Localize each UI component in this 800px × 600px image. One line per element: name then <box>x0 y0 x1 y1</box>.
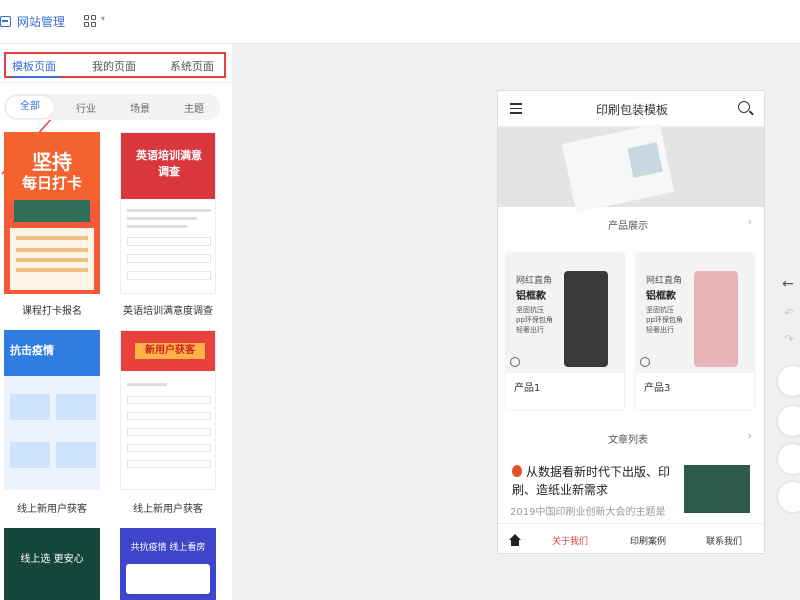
section-products-title: 产品展示 <box>608 221 648 232</box>
footer-print-cases[interactable]: 印刷案例 <box>630 534 666 547</box>
poster-title: 坚持 <box>32 150 72 174</box>
top-bar: 网站管理 ▾ <box>0 0 800 44</box>
product-tag-bold: 铝框款 <box>516 291 546 302</box>
poster-title: 新用户获客 <box>135 343 205 359</box>
play-icon[interactable] <box>510 357 520 367</box>
poster-block <box>56 394 96 420</box>
section-articles-title: 文章列表 <box>608 435 648 446</box>
template-label: 英语培训满意度调查 <box>123 306 213 317</box>
preview-footer-nav: 关于我们 印刷案例 联系我们 <box>498 523 764 553</box>
survey-lines <box>127 209 211 288</box>
speaker-icon[interactable] <box>778 482 800 512</box>
product-feature: 坚固抗压 <box>516 306 544 314</box>
template-card[interactable]: 共抗疫情 线上看房 <box>120 528 216 600</box>
article-thumbnail[interactable] <box>684 465 750 513</box>
suitcase-image <box>564 271 608 367</box>
footer-contact-us[interactable]: 联系我们 <box>706 534 742 547</box>
website-icon <box>0 16 11 27</box>
page-tabs: 模板页面 我的页面 系统页面 <box>4 52 226 78</box>
poster-title: 线上选 更安心 <box>20 554 84 565</box>
poster-title: 抗击疫情 <box>10 344 54 357</box>
product-tag-bold: 铝框款 <box>646 291 676 302</box>
gear-icon[interactable] <box>778 444 800 474</box>
mobile-preview: 印刷包装模板 产品展示 › 网红直角 铝框款 坚固抗压 pp环保包角 轻奢出行 … <box>497 90 765 554</box>
poster-title: 英语培训满意 <box>136 149 202 162</box>
product-tag: 网红直角 <box>646 276 683 286</box>
product-feature: pp环保包角 <box>646 316 683 324</box>
poster-block <box>10 394 50 420</box>
book-photo <box>627 142 663 178</box>
preview-header: 印刷包装模板 <box>498 91 764 127</box>
product-feature: pp环保包角 <box>516 316 553 324</box>
product-card[interactable]: 网红直角 铝框款 坚固抗压 pp环保包角 轻奢出行 产品1 <box>506 253 624 409</box>
template-card[interactable]: 新用户获客 <box>120 330 216 490</box>
product-name: 产品3 <box>644 383 671 394</box>
category-filter: 全部 行业 场景 主题 <box>4 94 220 120</box>
poster-block <box>126 564 210 594</box>
filter-all[interactable]: 全部 <box>6 96 54 118</box>
chevron-right-icon[interactable]: › <box>748 429 752 442</box>
banner-image <box>498 123 764 213</box>
poster-block <box>10 442 50 468</box>
poster-subtitle: 每日打卡 <box>21 174 82 192</box>
tab-my-pages[interactable]: 我的页面 <box>92 58 136 74</box>
filter-industry[interactable]: 行业 <box>76 100 96 115</box>
active-tab-indicator <box>12 76 60 78</box>
chevron-right-icon[interactable]: › <box>748 215 752 228</box>
shirt-icon[interactable] <box>778 366 800 396</box>
poster-subtitle: 调查 <box>158 165 180 178</box>
tab-template-pages[interactable]: 模板页面 <box>12 58 56 74</box>
template-label: 课程打卡报名 <box>22 306 82 317</box>
template-label: 线上新用户获客 <box>133 504 203 515</box>
form-lines <box>127 383 211 476</box>
template-panel: 模板页面 我的页面 系统页面 全部 行业 场景 主题 坚持 每日打卡 课程打卡报… <box>0 44 232 600</box>
site-management-label[interactable]: 网站管理 <box>17 13 65 30</box>
caret-down-icon[interactable]: ▾ <box>101 14 105 23</box>
search-icon[interactable] <box>738 101 750 113</box>
article-summary: 2019中国印刷业创新大会的主题是 <box>510 507 666 518</box>
play-icon[interactable] <box>640 357 650 367</box>
grid-icon[interactable] <box>778 406 800 436</box>
product-tag: 网红直角 <box>516 276 553 286</box>
books-image <box>14 200 90 222</box>
footer-about-us[interactable]: 关于我们 <box>552 534 588 547</box>
poster-title: 共抗疫情 线上看房 <box>130 543 206 553</box>
template-card[interactable]: 坚持 每日打卡 <box>4 132 100 294</box>
home-icon[interactable] <box>508 532 522 546</box>
template-card[interactable]: 英语培训满意 调查 <box>120 132 216 294</box>
product-card[interactable]: 网红直角 铝框款 坚固抗压 pp环保包角 轻奢出行 产品3 <box>636 253 754 409</box>
preview-title: 印刷包装模板 <box>595 103 668 117</box>
arrow-left-icon[interactable]: ← <box>782 276 794 292</box>
product-image: 网红直角 铝框款 坚固抗压 pp环保包角 轻奢出行 <box>506 253 624 373</box>
apps-grid-icon[interactable] <box>84 15 96 27</box>
product-feature: 轻奢出行 <box>516 326 544 334</box>
template-card[interactable]: 抗击疫情 <box>4 330 100 490</box>
poster-block <box>56 442 96 468</box>
template-label: 线上新用户获客 <box>17 504 87 515</box>
filter-scene[interactable]: 场景 <box>130 100 150 115</box>
article-title[interactable]: 从数据看新时代下出版、印刷、造纸业新需求 <box>512 463 676 499</box>
divider <box>0 82 232 83</box>
product-image: 网红直角 铝框款 坚固抗压 pp环保包角 轻奢出行 <box>636 253 754 373</box>
tab-system-pages[interactable]: 系统页面 <box>170 58 214 74</box>
product-name: 产品1 <box>514 383 541 394</box>
product-feature: 坚固抗压 <box>646 306 674 314</box>
product-feature: 轻奢出行 <box>646 326 674 334</box>
poster-form <box>10 228 94 290</box>
template-card[interactable]: 线上选 更安心 <box>4 528 100 600</box>
undo-icon[interactable]: ↶ <box>784 306 794 320</box>
redo-icon[interactable]: ↷ <box>784 332 794 346</box>
suitcase-image <box>694 271 738 367</box>
filter-theme[interactable]: 主题 <box>184 100 204 115</box>
